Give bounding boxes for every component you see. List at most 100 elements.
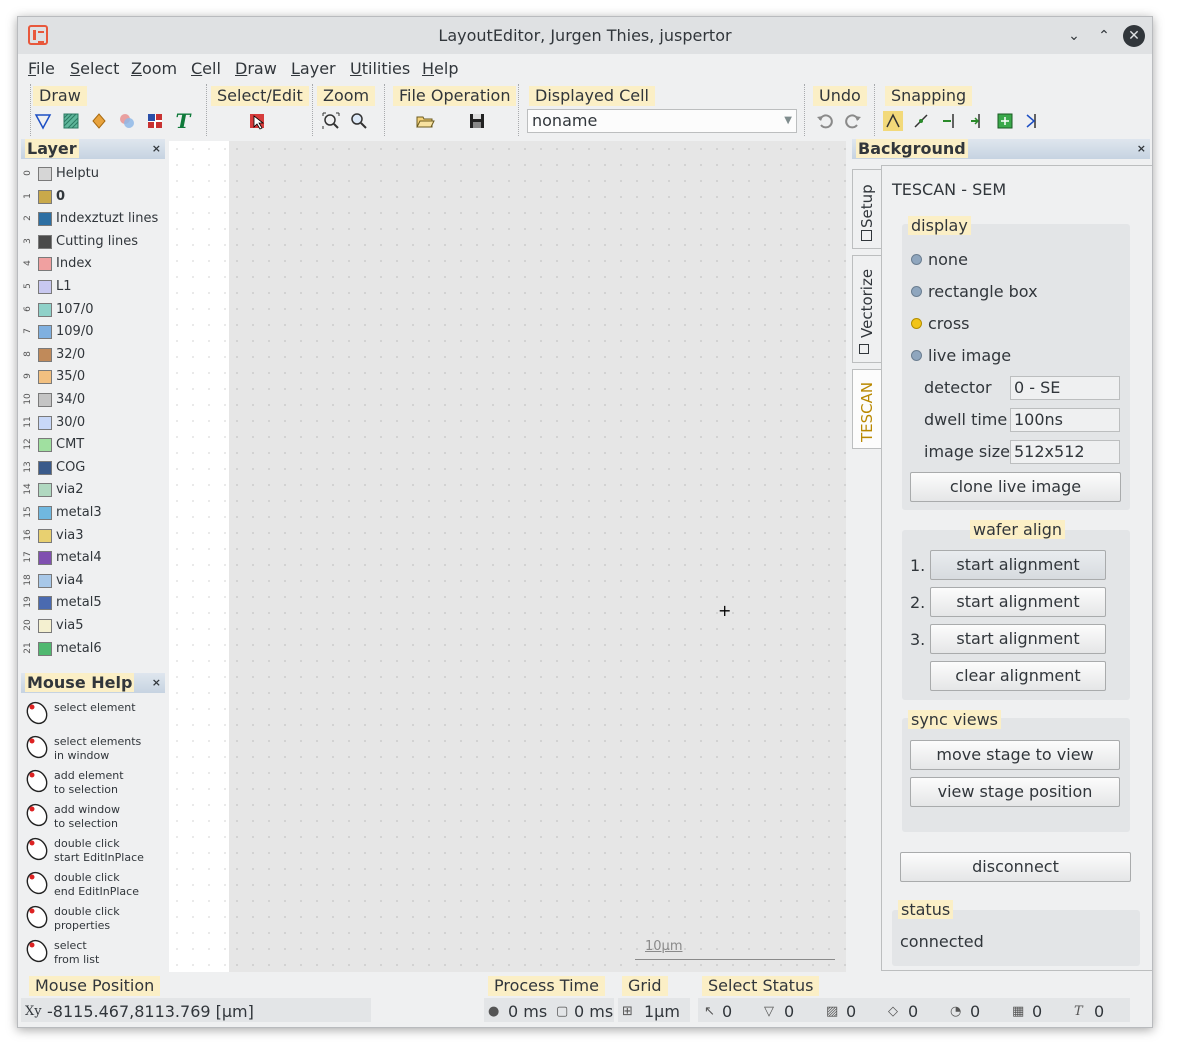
- layer-row[interactable]: 14 via2: [21, 479, 169, 501]
- close-button[interactable]: ✕: [1123, 25, 1145, 47]
- layer-swatch[interactable]: [38, 483, 52, 498]
- clone-live-image-button[interactable]: clone live image: [910, 472, 1121, 502]
- layer-panel-close-icon[interactable]: ×: [152, 139, 161, 159]
- layer-row[interactable]: 17 metal4: [21, 547, 169, 569]
- layer-row[interactable]: 4 Index: [21, 253, 169, 275]
- menu-cell[interactable]: Cell: [191, 59, 221, 78]
- select-edit-icon[interactable]: [247, 111, 267, 131]
- mouse-help-line2: in window: [54, 749, 110, 762]
- tab-vectorize[interactable]: Vectorize: [852, 255, 882, 363]
- cell-area[interactable]: + 10µm: [229, 141, 846, 972]
- draw-path-icon[interactable]: [89, 111, 109, 131]
- layer-swatch[interactable]: [38, 212, 52, 227]
- open-folder-icon[interactable]: [415, 111, 435, 131]
- start-alignment-2-button[interactable]: start alignment: [930, 587, 1106, 617]
- layer-row[interactable]: 7 109/0: [21, 321, 169, 343]
- layer-row[interactable]: 15 metal3: [21, 502, 169, 524]
- snap-grid-icon[interactable]: [883, 111, 903, 131]
- layer-swatch[interactable]: [38, 415, 52, 430]
- menu-file[interactable]: File: [28, 59, 55, 78]
- displayed-cell-select[interactable]: noname ▼: [527, 109, 797, 133]
- layer-swatch[interactable]: [38, 438, 52, 453]
- view-stage-position-button[interactable]: view stage position: [910, 777, 1120, 807]
- tab-tescan[interactable]: TESCAN: [852, 369, 882, 449]
- layer-row[interactable]: 11 30/0: [21, 412, 169, 434]
- menu-select[interactable]: Select: [70, 59, 119, 78]
- menu-draw[interactable]: Draw: [235, 59, 277, 78]
- layer-swatch[interactable]: [38, 302, 52, 317]
- layer-row[interactable]: 8 32/0: [21, 344, 169, 366]
- layer-row[interactable]: 18 via4: [21, 570, 169, 592]
- menu-utilities[interactable]: Utilities: [350, 59, 410, 78]
- layer-swatch[interactable]: [38, 528, 52, 543]
- layer-swatch[interactable]: [38, 619, 52, 633]
- layer-swatch[interactable]: [38, 506, 52, 520]
- draw-text-icon[interactable]: T: [173, 111, 193, 131]
- start-alignment-1-button[interactable]: start alignment: [930, 550, 1106, 580]
- layer-row[interactable]: 6 107/0: [21, 299, 169, 321]
- background-panel-close-icon[interactable]: ×: [1137, 139, 1146, 159]
- zoom-fit-icon[interactable]: [321, 111, 341, 131]
- layer-row[interactable]: 2 Indexztuzt lines: [21, 208, 169, 230]
- tab-setup[interactable]: Setup: [852, 169, 882, 249]
- detector-field[interactable]: 0 - SE: [1010, 376, 1120, 400]
- snap-middle-icon[interactable]: [967, 111, 987, 131]
- draw-circle-icon[interactable]: [117, 111, 137, 131]
- layer-swatch[interactable]: [38, 573, 52, 588]
- snap-point-icon[interactable]: [911, 111, 931, 131]
- radio-live-image[interactable]: [911, 350, 922, 361]
- layer-swatch[interactable]: [38, 234, 52, 249]
- layer-swatch[interactable]: [38, 370, 52, 385]
- layer-swatch[interactable]: [38, 189, 52, 204]
- snap-center-icon[interactable]: [995, 111, 1015, 131]
- layer-row[interactable]: 10: [21, 186, 169, 208]
- layer-row[interactable]: 5 L1: [21, 276, 169, 298]
- disconnect-button[interactable]: disconnect: [900, 852, 1131, 882]
- radio-cross[interactable]: [911, 318, 922, 329]
- snap-edge-icon[interactable]: [939, 111, 959, 131]
- undo-icon[interactable]: [815, 111, 835, 131]
- menu-layer[interactable]: Layer: [291, 59, 336, 78]
- layer-row[interactable]: 21 metal6: [21, 638, 169, 660]
- layer-swatch[interactable]: [38, 596, 52, 611]
- layer-row[interactable]: 9 35/0: [21, 366, 169, 388]
- layer-swatch[interactable]: [38, 347, 52, 362]
- snap-orthogonal-icon[interactable]: [1023, 111, 1043, 131]
- radio-rectangle-box[interactable]: [911, 286, 922, 297]
- layer-row[interactable]: 19 metal5: [21, 592, 169, 614]
- layer-swatch[interactable]: [38, 551, 52, 566]
- save-disk-icon[interactable]: [467, 111, 487, 131]
- layer-swatch[interactable]: [38, 167, 52, 181]
- layer-swatch[interactable]: [38, 257, 52, 272]
- mouse-help-close-icon[interactable]: ×: [152, 673, 161, 693]
- minimize-button[interactable]: ⌄: [1063, 25, 1085, 47]
- toolbar-file-operation: File Operation: [384, 84, 517, 136]
- layer-swatch[interactable]: [38, 393, 52, 407]
- menu-zoom[interactable]: Zoom: [131, 59, 177, 78]
- layer-row[interactable]: 20 via5: [21, 615, 169, 637]
- radio-none[interactable]: [911, 254, 922, 265]
- dwell-time-field[interactable]: 100ns: [1010, 408, 1120, 432]
- layer-row[interactable]: 0 Helptu: [21, 163, 169, 185]
- layer-swatch[interactable]: [38, 641, 52, 656]
- move-stage-to-view-button[interactable]: move stage to view: [910, 740, 1120, 770]
- image-size-field[interactable]: 512x512: [1010, 440, 1120, 464]
- menu-help[interactable]: Help: [422, 59, 458, 78]
- start-alignment-3-button[interactable]: start alignment: [930, 624, 1106, 654]
- layout-canvas[interactable]: + 10µm: [169, 141, 846, 972]
- draw-cell-ref-icon[interactable]: [145, 111, 165, 131]
- layer-row[interactable]: 12 CMT: [21, 434, 169, 456]
- layer-row[interactable]: 3 Cutting lines: [21, 231, 169, 253]
- layer-row[interactable]: 10 34/0: [21, 389, 169, 411]
- maximize-button[interactable]: ⌃: [1093, 25, 1115, 47]
- redo-icon[interactable]: [843, 111, 863, 131]
- layer-row[interactable]: 13 COG: [21, 457, 169, 479]
- draw-polygon-icon[interactable]: [33, 111, 53, 131]
- layer-swatch[interactable]: [38, 460, 52, 475]
- zoom-magnifier-icon[interactable]: [349, 111, 369, 131]
- layer-swatch[interactable]: [38, 280, 52, 294]
- layer-swatch[interactable]: [38, 325, 52, 340]
- layer-row[interactable]: 16 via3: [21, 525, 169, 547]
- clear-alignment-button[interactable]: clear alignment: [930, 661, 1106, 691]
- draw-box-icon[interactable]: [61, 111, 81, 131]
